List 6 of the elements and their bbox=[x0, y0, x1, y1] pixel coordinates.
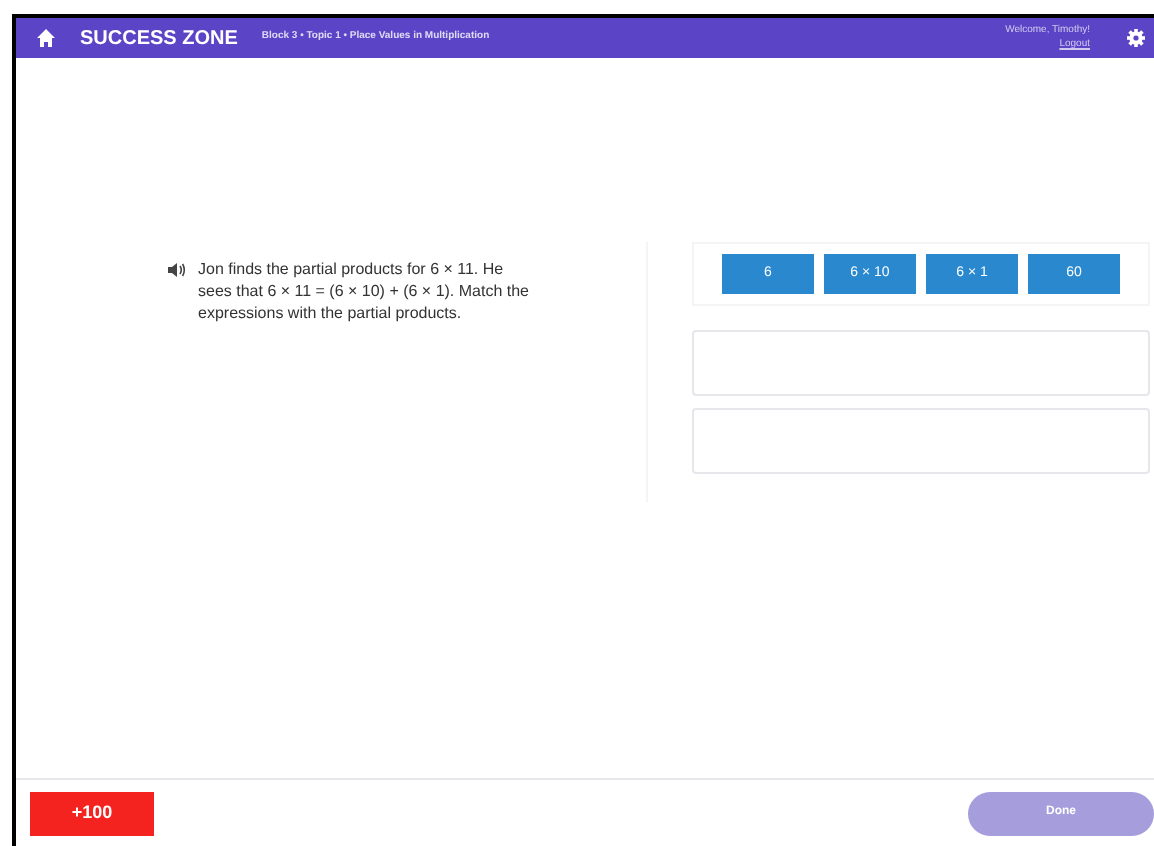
home-icon[interactable] bbox=[36, 28, 56, 48]
question-text: Jon finds the partial products for 6 × 11. He sees that 6 × 11 = (6 × 10) + (6 × 1). Match the expressions with the partial products. bbox=[198, 258, 532, 324]
settings-icon[interactable] bbox=[1126, 28, 1146, 48]
speaker-icon[interactable] bbox=[168, 262, 186, 278]
points-badge: +100 bbox=[30, 791, 154, 835]
app-title: SUCCESS ZONE bbox=[80, 25, 238, 53]
